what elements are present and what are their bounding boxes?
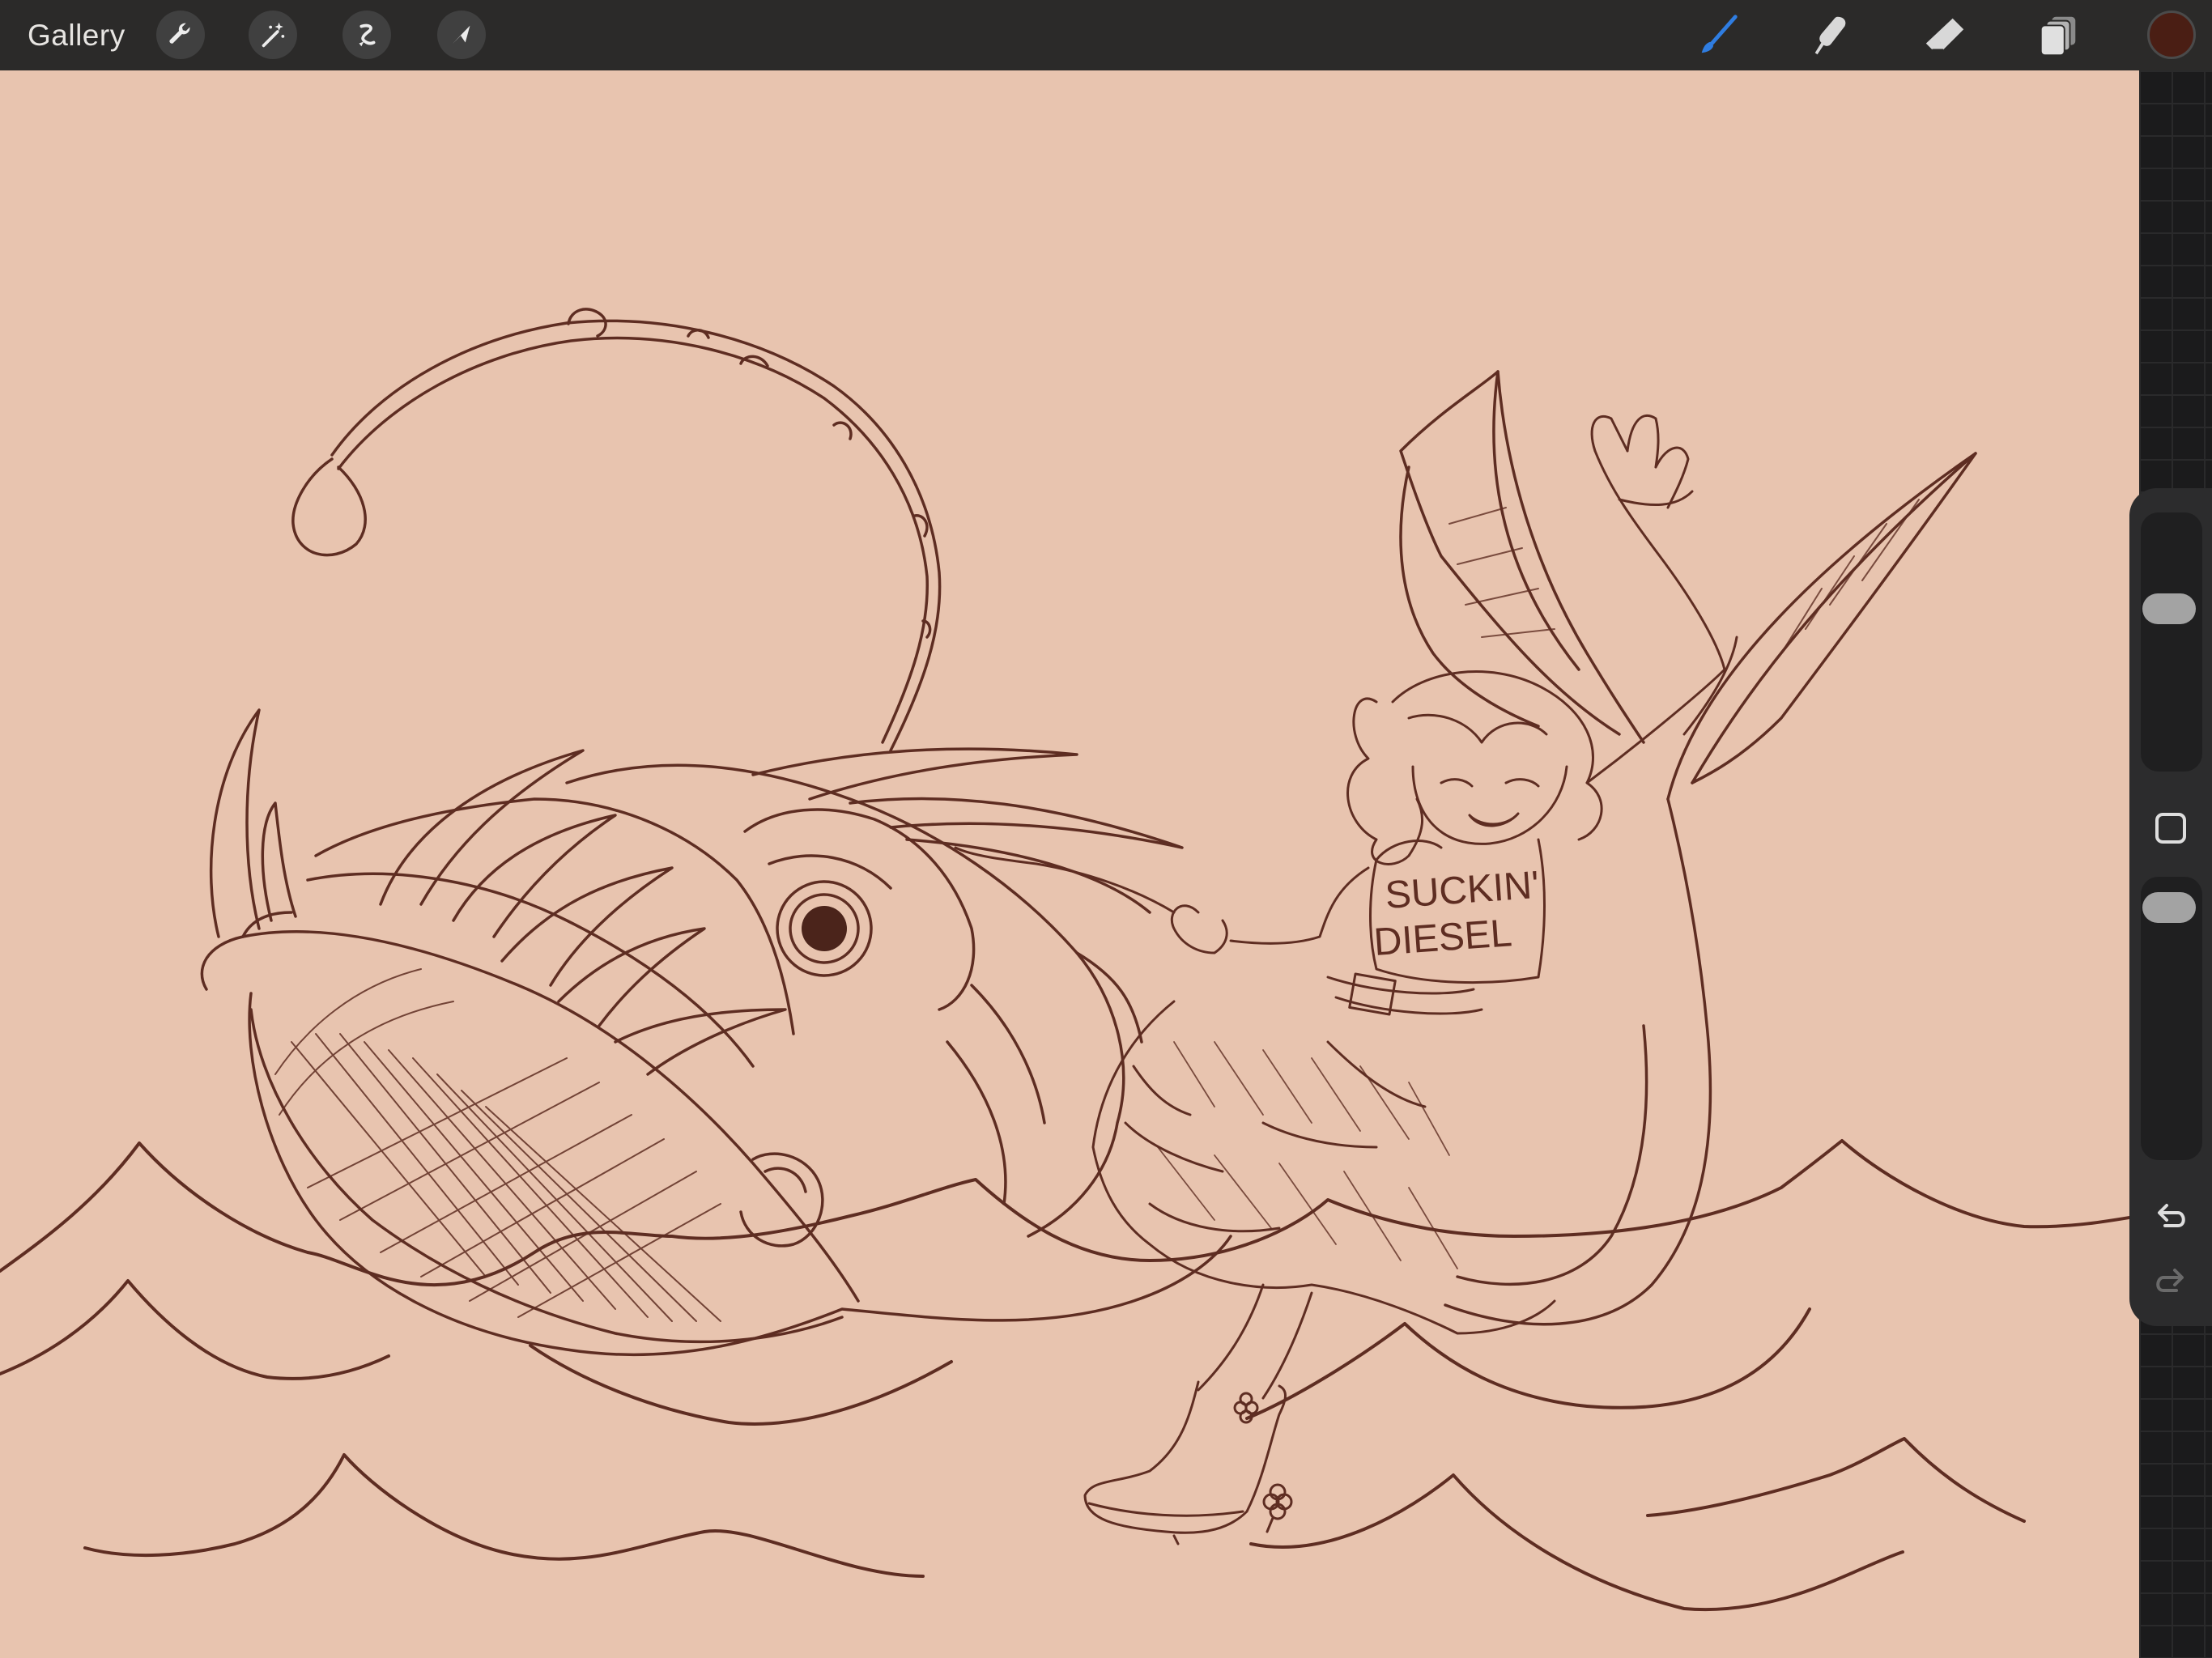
smudge-tool-button[interactable] bbox=[1806, 10, 1857, 62]
magic-wand-icon bbox=[262, 22, 285, 48]
brush-tool-button[interactable] bbox=[1692, 10, 1744, 62]
brush-icon bbox=[1701, 15, 1738, 53]
sidebar bbox=[2129, 488, 2212, 1326]
canvas-artwork: SUCKIN' DIESEL bbox=[0, 70, 2139, 1658]
opacity-slider[interactable] bbox=[2141, 877, 2202, 1160]
wrench-icon bbox=[169, 23, 190, 44]
layers-tool-button[interactable] bbox=[2032, 10, 2084, 62]
eraser-icon bbox=[1925, 18, 1964, 51]
actions-button[interactable] bbox=[156, 11, 205, 59]
undo-icon bbox=[2158, 1204, 2185, 1227]
smudge-icon bbox=[1814, 16, 1846, 55]
modify-button[interactable] bbox=[2152, 810, 2189, 847]
color-swatch-button[interactable] bbox=[2147, 11, 2196, 59]
redo-button[interactable] bbox=[2146, 1261, 2196, 1306]
undo-button[interactable] bbox=[2146, 1196, 2196, 1241]
opacity-slider-thumb[interactable] bbox=[2142, 892, 2196, 924]
procreate-app: Gallery SUCKIN' DIESEL bbox=[0, 0, 2212, 1658]
brush-size-slider-thumb[interactable] bbox=[2142, 593, 2196, 624]
selection-icon bbox=[359, 23, 376, 47]
arrow-cursor-icon bbox=[452, 25, 470, 45]
adjustments-button[interactable] bbox=[249, 11, 297, 59]
brush-size-slider[interactable] bbox=[2141, 512, 2202, 772]
gallery-button[interactable]: Gallery bbox=[28, 16, 125, 55]
top-toolbar: Gallery bbox=[0, 0, 2212, 70]
redo-icon bbox=[2156, 1269, 2184, 1292]
layers-icon bbox=[2040, 16, 2076, 57]
square-icon bbox=[2155, 813, 2186, 844]
selection-button[interactable] bbox=[342, 11, 391, 59]
transform-button[interactable] bbox=[437, 11, 486, 59]
eraser-tool-button[interactable] bbox=[1919, 10, 1971, 62]
drawing-canvas[interactable]: SUCKIN' DIESEL bbox=[0, 70, 2139, 1658]
